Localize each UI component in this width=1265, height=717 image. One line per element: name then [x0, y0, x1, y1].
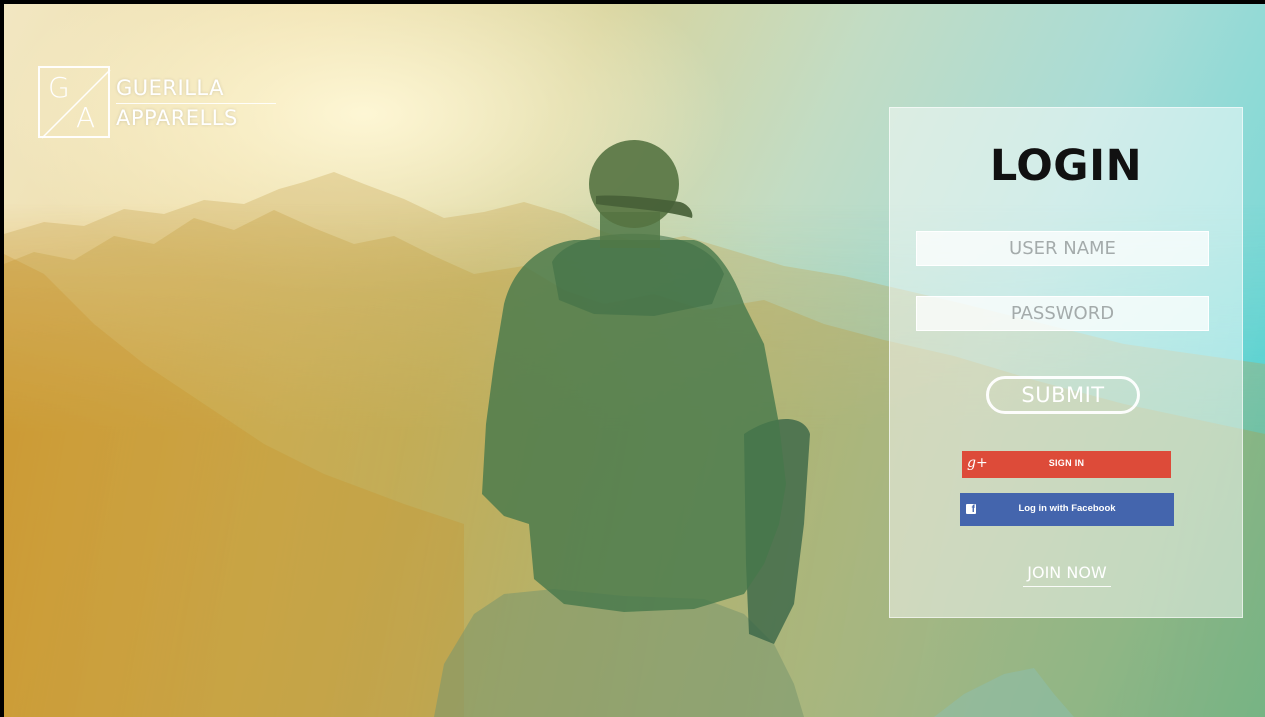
password-input[interactable]: [916, 296, 1209, 331]
facebook-login-label: Log in with Facebook: [1018, 503, 1116, 514]
google-signin-button[interactable]: g+ SIGN IN: [962, 451, 1171, 478]
logo-monogram: G A: [38, 66, 111, 139]
facebook-login-button[interactable]: f Log in with Facebook: [960, 493, 1174, 526]
username-input[interactable]: [916, 231, 1209, 266]
logo-line-2: APPARELLS: [116, 106, 238, 130]
background: G A GUERILLA APPARELLS LOGIN SUBMIT g+ S…: [4, 4, 1265, 717]
logo-wordmark: GUERILLA APPARELLS: [116, 74, 276, 132]
google-signin-label: SIGN IN: [1048, 458, 1085, 468]
logo-letter-a: A: [76, 101, 96, 134]
join-now-link[interactable]: JOIN NOW: [1023, 563, 1111, 587]
login-title: LOGIN: [989, 141, 1143, 191]
logo-letter-g: G: [48, 71, 70, 104]
login-card: LOGIN SUBMIT g+ SIGN IN f Log in with Fa…: [889, 107, 1243, 618]
person-head: [589, 140, 679, 228]
logo-line-1: GUERILLA: [116, 74, 276, 104]
submit-button[interactable]: SUBMIT: [986, 376, 1140, 414]
